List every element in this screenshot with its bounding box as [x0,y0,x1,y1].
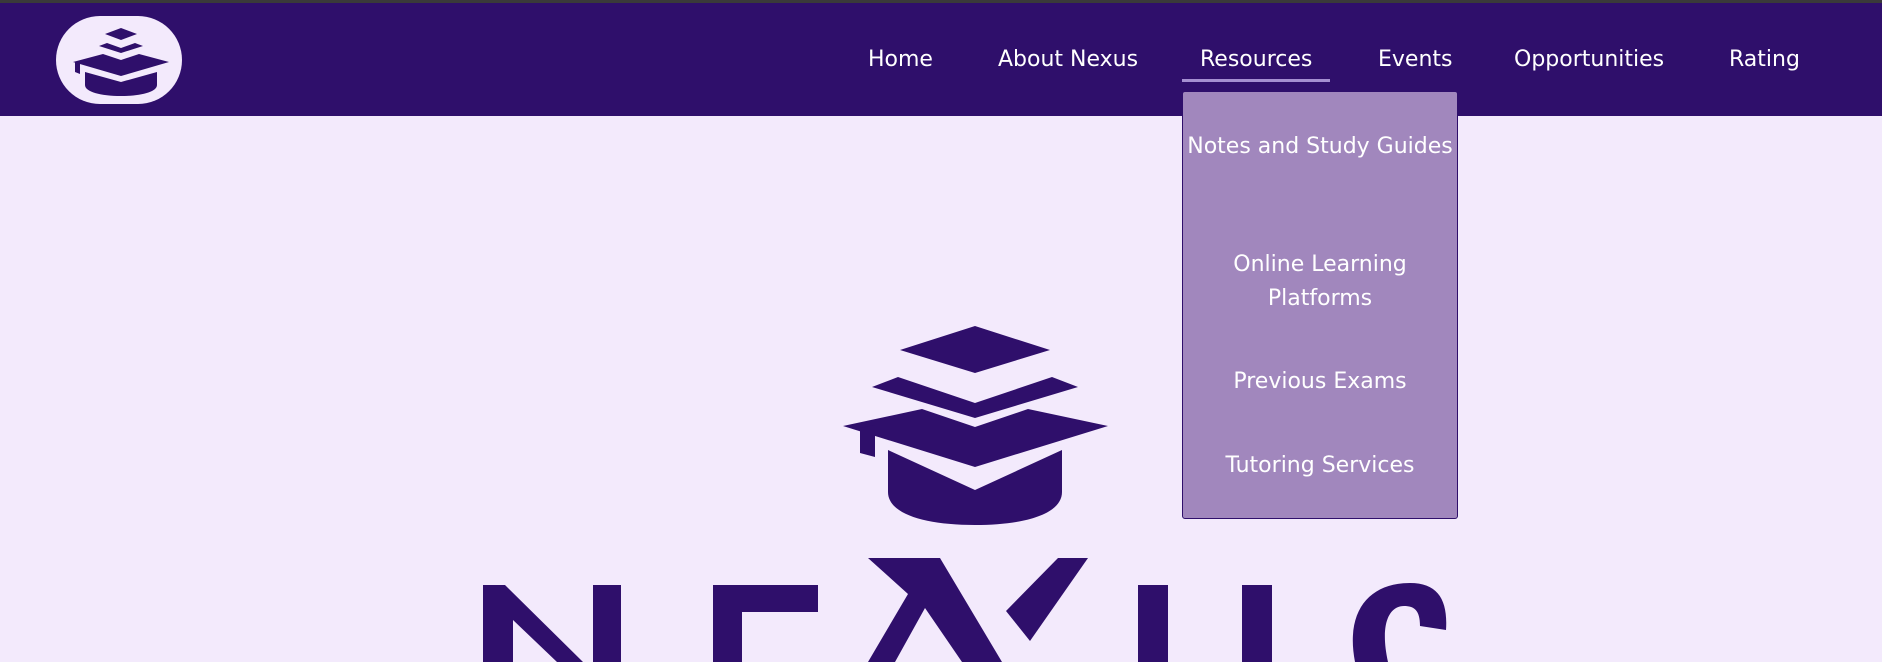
resources-dropdown-menu: Notes and Study Guides Online Learning P… [1182,91,1458,519]
menu-item-notes-and-study-guides[interactable]: Notes and Study Guides [1183,130,1457,164]
menu-item-tutoring-services[interactable]: Tutoring Services [1183,449,1457,483]
menu-item-online-learning-platforms[interactable]: Online Learning Platforms [1183,248,1457,316]
menu-item-previous-exams[interactable]: Previous Exams [1183,365,1457,399]
graduation-cap-stack-icon [843,326,1108,525]
hero-brand-logo [483,326,1447,662]
nexus-wordmark [483,558,1447,662]
